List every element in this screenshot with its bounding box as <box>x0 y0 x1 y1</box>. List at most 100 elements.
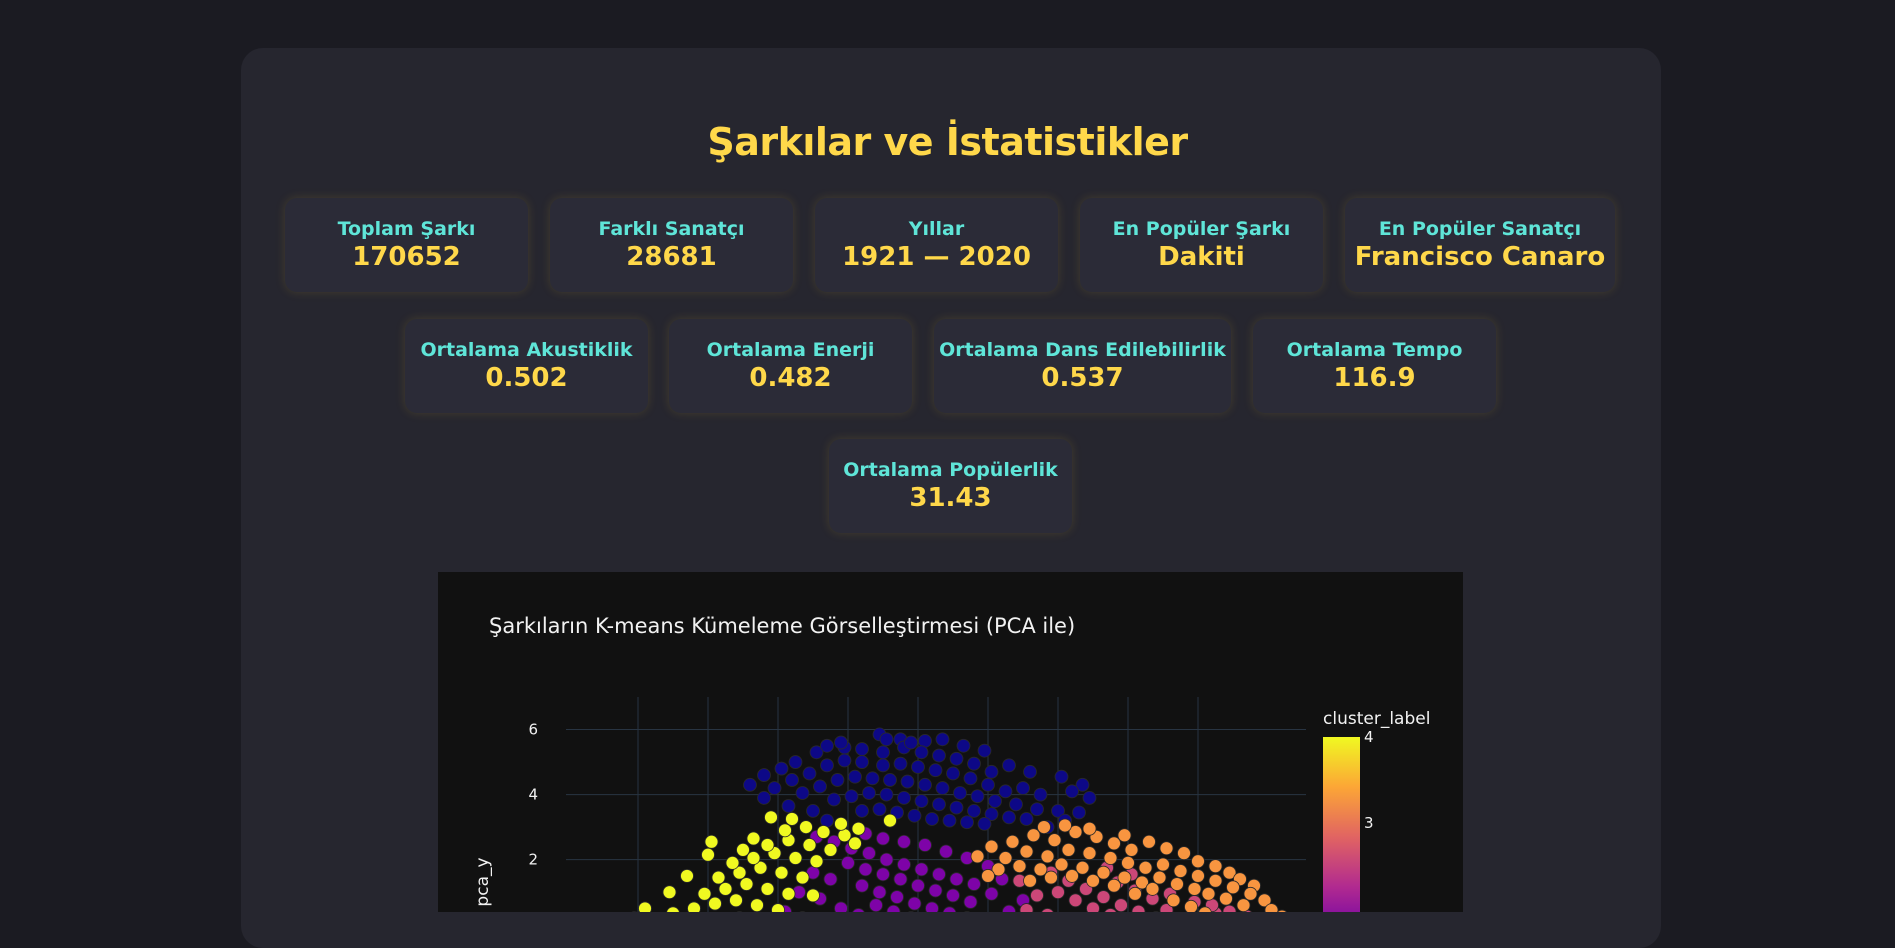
cluster-1-point[interactable] <box>824 873 837 886</box>
cluster-2-point[interactable] <box>1031 889 1044 902</box>
cluster-4-point[interactable] <box>849 837 862 850</box>
cluster-0-point[interactable] <box>1003 759 1016 772</box>
cluster-0-point[interactable] <box>838 754 851 767</box>
cluster-1-point[interactable] <box>985 887 998 900</box>
cluster-3-point[interactable] <box>1227 881 1240 894</box>
cluster-0-point[interactable] <box>929 764 942 777</box>
cluster-2-point[interactable] <box>1115 899 1128 912</box>
cluster-1-point[interactable] <box>877 868 890 881</box>
cluster-0-point[interactable] <box>1055 770 1068 783</box>
cluster-4-point[interactable] <box>726 856 739 869</box>
cluster-4-point[interactable] <box>663 886 676 899</box>
cluster-4-point[interactable] <box>807 889 820 902</box>
cluster-4-point[interactable] <box>740 878 753 891</box>
cluster-0-point[interactable] <box>856 756 869 769</box>
cluster-4-point[interactable] <box>796 871 809 884</box>
cluster-3-point[interactable] <box>1062 843 1075 856</box>
cluster-1-point[interactable] <box>933 868 946 881</box>
cluster-2-point[interactable] <box>1132 905 1145 912</box>
cluster-2-point[interactable] <box>1069 894 1082 907</box>
cluster-1-point[interactable] <box>915 863 928 876</box>
cluster-3-point[interactable] <box>1122 856 1135 869</box>
cluster-3-point[interactable] <box>1209 874 1222 887</box>
cluster-0-point[interactable] <box>786 773 799 786</box>
cluster-0-point[interactable] <box>982 778 995 791</box>
cluster-4-point[interactable] <box>702 848 715 861</box>
cluster-0-point[interactable] <box>933 798 946 811</box>
cluster-4-point[interactable] <box>737 843 750 856</box>
cluster-0-point[interactable] <box>863 786 876 799</box>
cluster-4-point[interactable] <box>698 887 711 900</box>
cluster-0-point[interactable] <box>912 760 925 773</box>
cluster-4-point[interactable] <box>800 821 813 834</box>
cluster-0-point[interactable] <box>1024 765 1037 778</box>
cluster-3-point[interactable] <box>982 869 995 882</box>
cluster-0-point[interactable] <box>1003 811 1016 824</box>
cluster-1-point[interactable] <box>835 902 848 912</box>
cluster-4-point[interactable] <box>761 839 774 852</box>
cluster-3-point[interactable] <box>1108 837 1121 850</box>
cluster-3-point[interactable] <box>1041 850 1054 863</box>
cluster-1-point[interactable] <box>898 835 911 848</box>
cluster-4-point[interactable] <box>775 866 788 879</box>
cluster-3-point[interactable] <box>999 852 1012 865</box>
cluster-3-point[interactable] <box>1146 882 1159 895</box>
cluster-0-point[interactable] <box>919 734 932 747</box>
cluster-0-point[interactable] <box>803 767 816 780</box>
cluster-0-point[interactable] <box>957 739 970 752</box>
cluster-3-point[interactable] <box>1108 879 1121 892</box>
cluster-0-point[interactable] <box>936 733 949 746</box>
cluster-3-point[interactable] <box>1059 819 1072 832</box>
cluster-4-point[interactable] <box>667 907 680 912</box>
cluster-4-point[interactable] <box>786 812 799 825</box>
cluster-1-point[interactable] <box>842 856 855 869</box>
cluster-1-point[interactable] <box>894 873 907 886</box>
cluster-0-point[interactable] <box>919 778 932 791</box>
cluster-3-point[interactable] <box>1178 847 1191 860</box>
cluster-0-point[interactable] <box>782 799 795 812</box>
cluster-0-point[interactable] <box>971 790 984 803</box>
cluster-1-point[interactable] <box>940 845 953 858</box>
cluster-4-point[interactable] <box>782 887 795 900</box>
cluster-1-point[interactable] <box>943 907 956 912</box>
cluster-3-point[interactable] <box>1048 834 1061 847</box>
cluster-0-point[interactable] <box>880 733 893 746</box>
cluster-0-point[interactable] <box>1031 803 1044 816</box>
cluster-0-point[interactable] <box>926 812 939 825</box>
cluster-0-point[interactable] <box>954 786 967 799</box>
cluster-2-point[interactable] <box>1041 908 1054 912</box>
cluster-3-point[interactable] <box>1153 871 1166 884</box>
cluster-0-point[interactable] <box>768 782 781 795</box>
cluster-3-point[interactable] <box>1167 894 1180 907</box>
cluster-0-point[interactable] <box>877 746 890 759</box>
cluster-0-point[interactable] <box>835 736 848 749</box>
cluster-4-point[interactable] <box>747 852 760 865</box>
cluster-3-point[interactable] <box>1202 887 1215 900</box>
cluster-0-point[interactable] <box>985 765 998 778</box>
cluster-1-point[interactable] <box>891 891 904 904</box>
cluster-2-point[interactable] <box>1097 891 1110 904</box>
cluster-0-point[interactable] <box>1066 785 1079 798</box>
cluster-0-point[interactable] <box>821 759 834 772</box>
cluster-1-point[interactable] <box>880 853 893 866</box>
cluster-1-point[interactable] <box>852 908 865 912</box>
cluster-3-point[interactable] <box>1157 858 1170 871</box>
cluster-0-point[interactable] <box>961 816 974 829</box>
cluster-1-point[interactable] <box>873 886 886 899</box>
cluster-0-point[interactable] <box>989 795 1002 808</box>
cluster-3-point[interactable] <box>1192 869 1205 882</box>
cluster-1-point[interactable] <box>929 884 942 897</box>
cluster-1-point[interactable] <box>950 873 963 886</box>
cluster-0-point[interactable] <box>821 814 834 827</box>
cluster-3-point[interactable] <box>1118 829 1131 842</box>
cluster-3-point[interactable] <box>1087 874 1100 887</box>
cluster-2-point[interactable] <box>1104 908 1117 912</box>
cluster-0-point[interactable] <box>1010 798 1023 811</box>
cluster-0-point[interactable] <box>978 817 991 830</box>
cluster-0-point[interactable] <box>950 801 963 814</box>
cluster-0-point[interactable] <box>936 782 949 795</box>
cluster-1-point[interactable] <box>947 889 960 902</box>
cluster-0-point[interactable] <box>915 746 928 759</box>
cluster-4-point[interactable] <box>838 829 851 842</box>
cluster-4-point[interactable] <box>824 843 837 856</box>
